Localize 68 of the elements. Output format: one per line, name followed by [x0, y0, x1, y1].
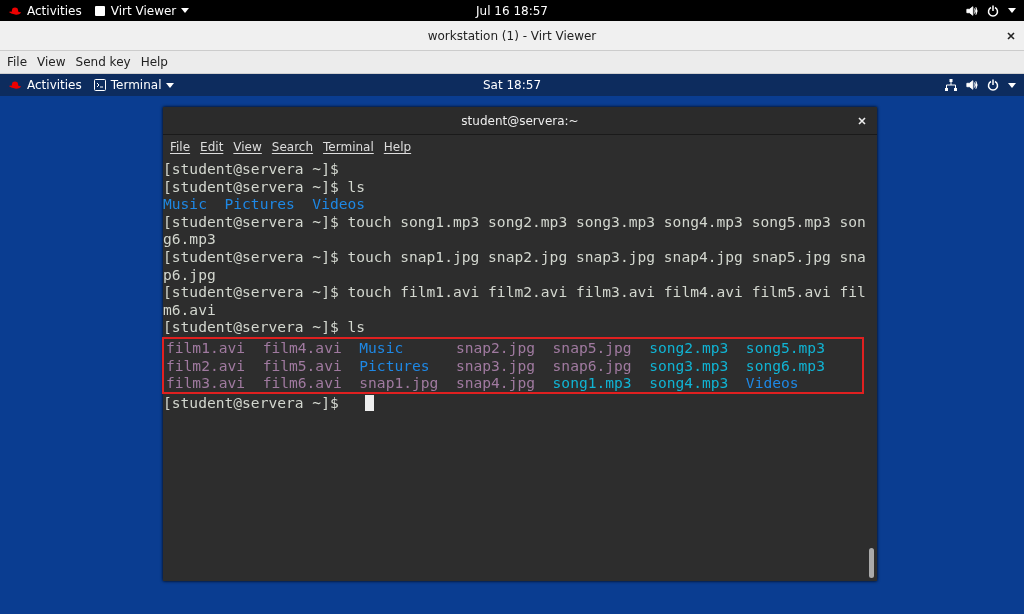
terminal-text: [student@servera ~]$ touch snap1.jpg snap2.jpg snap3.jpg snap4.jpg snap5.jpg sna [163, 247, 866, 265]
power-icon[interactable] [987, 4, 999, 17]
clock[interactable]: Sat 18:57 [482, 78, 542, 92]
window-icon [93, 4, 106, 17]
hat-icon [8, 5, 22, 16]
terminal-text: [student@servera ~]$ touch song1.mp3 song2.mp3 song3.mp3 song4.mp3 song5.mp3 son [163, 212, 866, 230]
file-name: film4.avi [262, 338, 343, 357]
menu-item[interactable]: Terminal [318, 140, 379, 154]
terminal-text: Music [163, 195, 207, 213]
file-name: snap1.jpg [359, 374, 440, 392]
caret-icon [181, 8, 190, 13]
terminal-text: [student@servera ~]$ [163, 160, 339, 177]
file-name: snap2.jpg [455, 338, 536, 357]
menu-item[interactable]: Send key [70, 55, 136, 69]
file-name: film6.avi [262, 374, 343, 392]
file-name: Music [359, 338, 405, 357]
window-title: workstation (1) - Virt Viewer [427, 28, 597, 43]
menu-item[interactable]: View [228, 140, 267, 154]
network-icon[interactable] [945, 79, 957, 91]
caret-icon [166, 82, 175, 88]
menu-item[interactable]: View [32, 55, 71, 69]
clock[interactable]: Jul 16 18:57 [476, 3, 548, 18]
file-name: song1.mp3 [552, 374, 633, 392]
terminal-text: g6.mp3 [163, 230, 216, 248]
file-name: film2.avi [166, 356, 247, 375]
app-menu[interactable]: Virt Viewer [93, 3, 190, 18]
file-name: film3.avi [166, 374, 247, 392]
file-name: snap3.jpg [455, 356, 536, 375]
menu-item[interactable]: Search [266, 140, 319, 154]
volume-icon[interactable] [966, 79, 978, 91]
volume-icon[interactable] [966, 4, 978, 17]
file-name: song5.mp3 [745, 338, 826, 357]
terminal-prompt: [student@servera ~]$ [163, 393, 339, 411]
file-name: Videos [745, 374, 800, 392]
app-menu[interactable]: Terminal [93, 78, 175, 92]
caret-icon[interactable] [1008, 82, 1016, 88]
scrollbar-thumb[interactable] [868, 548, 874, 578]
file-name: snap6.jpg [552, 356, 633, 375]
menu-item[interactable]: File [2, 55, 33, 69]
terminal-text: m6.avi [163, 300, 216, 318]
menu-item[interactable]: Edit [195, 140, 229, 154]
activities-button[interactable]: Activities [8, 78, 82, 92]
file-name: snap4.jpg [455, 374, 536, 392]
close-icon[interactable] [1006, 30, 1016, 41]
terminal-text: [student@servera ~]$ touch film1.avi film2.avi film3.avi film4.avi film5.avi fil [163, 283, 866, 301]
file-name: song2.mp3 [649, 338, 730, 357]
terminal-text: Pictures [224, 195, 295, 213]
window-title: student@servera:~ [461, 113, 579, 128]
menu-item[interactable]: File [165, 140, 196, 154]
file-name: snap5.jpg [552, 338, 633, 357]
file-name: film5.avi [262, 356, 343, 375]
terminal-text: [student@servera ~]$ ls [163, 177, 366, 195]
power-icon[interactable] [987, 79, 999, 91]
hat-icon [8, 80, 22, 90]
file-name: Pictures [359, 356, 431, 375]
file-name: film1.avi [166, 338, 247, 357]
activities-button[interactable]: Activities [8, 3, 82, 18]
caret-icon[interactable] [1008, 8, 1016, 13]
file-name: song4.mp3 [649, 374, 730, 392]
menu-item[interactable]: Help [378, 140, 417, 154]
terminal-text: [student@servera ~]$ ls [163, 318, 366, 336]
terminal-text: Videos [312, 195, 366, 213]
menu-item[interactable]: Help [135, 55, 173, 69]
terminal-text: p6.jpg [163, 265, 216, 283]
file-name: song6.mp3 [745, 356, 826, 375]
text-cursor [365, 394, 375, 411]
file-name: song3.mp3 [649, 356, 730, 375]
terminal-icon [93, 79, 106, 91]
